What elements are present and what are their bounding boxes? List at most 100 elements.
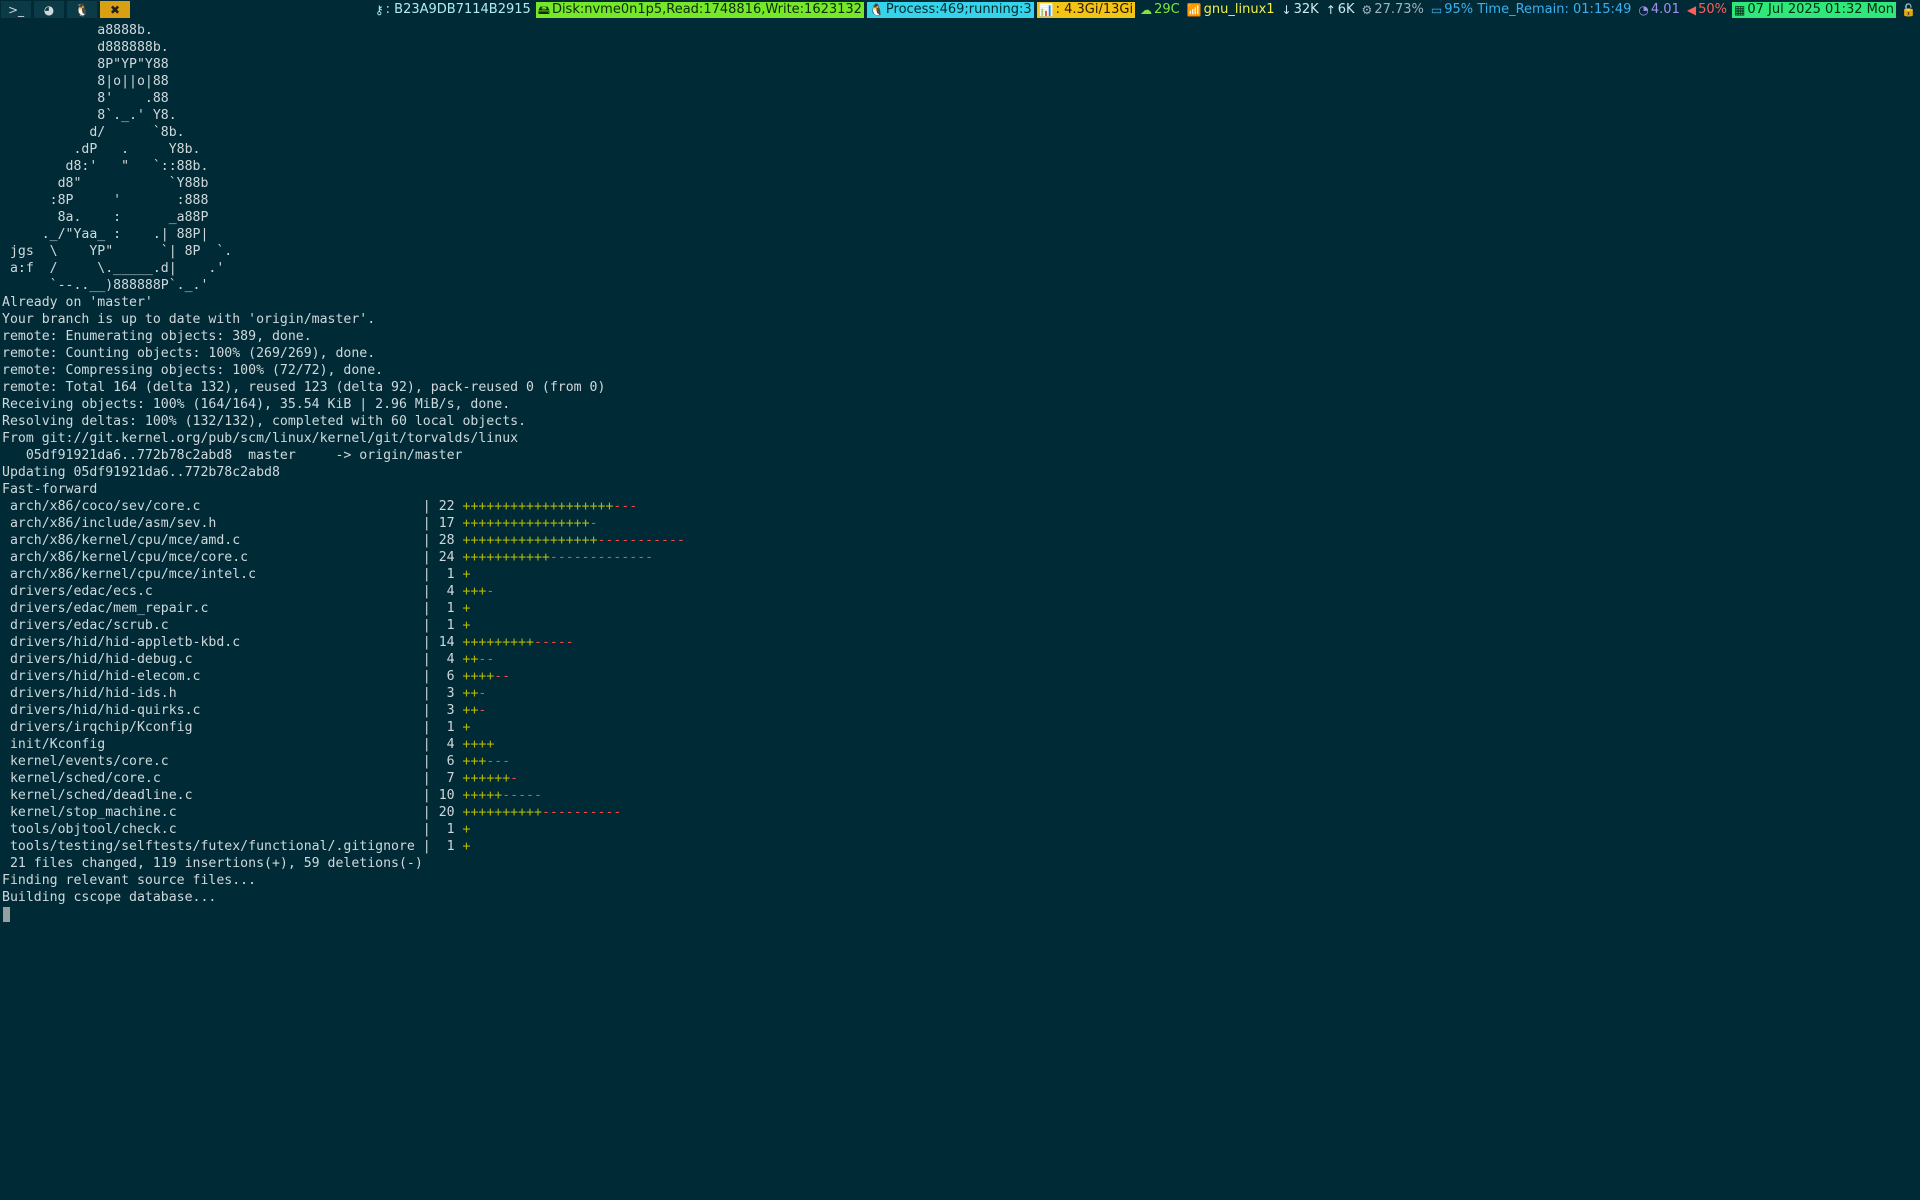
load-module[interactable]: ◔ 4.01 <box>1636 2 1681 18</box>
download-module[interactable]: ↓ 32K <box>1280 2 1321 18</box>
memory-module[interactable]: 📊: 4.3Gi/13Gi <box>1036 2 1136 18</box>
diffstat-separator: | <box>422 550 439 565</box>
diffstat-insertions: ++ <box>462 686 479 701</box>
workspace-terminal[interactable]: >_ <box>1 1 31 18</box>
process-text: Process:469;running:3 <box>885 2 1032 17</box>
wm-key-module[interactable]: ⚷: B23A9DB7114B2915 <box>373 2 533 18</box>
diffstat-row: arch/x86/kernel/cpu/mce/core.c | 24 ++++… <box>2 549 1918 566</box>
diffstat-separator: | <box>422 669 439 684</box>
diffstat-row: kernel/events/core.c | 6 +++--- <box>2 753 1918 770</box>
diffstat-row: arch/x86/include/asm/sev.h | 17 ++++++++… <box>2 515 1918 532</box>
diffstat-row: drivers/irqchip/Kconfig | 1 + <box>2 719 1918 736</box>
diffstat-separator: | <box>422 754 439 769</box>
diffstat-row: drivers/hid/hid-quirks.c | 3 ++- <box>2 702 1918 719</box>
diffstat-count: 4 <box>438 584 455 599</box>
ascii-art-line: 8' .88 <box>2 91 169 106</box>
diffstat-row: drivers/edac/scrub.c | 1 + <box>2 617 1918 634</box>
diffstat-file: drivers/irqchip/Kconfig <box>2 720 423 735</box>
diffstat-file: arch/x86/kernel/cpu/mce/intel.c <box>2 567 423 582</box>
workspace-firefox[interactable]: ◕ <box>34 1 64 18</box>
diffstat-file: drivers/hid/hid-ids.h <box>2 686 423 701</box>
diffstat-count: 22 <box>438 499 455 514</box>
diffstat-insertions: ++++++++++++++++ <box>462 516 590 531</box>
diffstat-insertions: ++ <box>462 652 479 667</box>
download-text: 32K <box>1293 2 1319 17</box>
output-line: 21 files changed, 119 insertions(+), 59 … <box>2 856 423 871</box>
ascii-art-line: :8P ' :888 <box>2 193 209 208</box>
disk-module[interactable]: 🖴 Disk:nvme0n1p5,Read:1748816,Write:16231… <box>535 2 864 18</box>
diffstat-file: tools/objtool/check.c <box>2 822 423 837</box>
diffstat-count: 1 <box>438 822 455 837</box>
diffstat-row: arch/x86/kernel/cpu/mce/intel.c | 1 + <box>2 566 1918 583</box>
ascii-art: a8888b. d888888b. 8P"YP"Y88 8|o||o|88 8'… <box>2 22 1918 294</box>
diffstat-count: 1 <box>438 720 455 735</box>
lock-module[interactable]: 🔓 <box>1899 2 1920 18</box>
diffstat-insertions: +++++++++++++++++ <box>462 533 598 548</box>
output-line: Receiving objects: 100% (164/164), 35.54… <box>2 397 511 412</box>
disk-icon: 🖴 <box>537 3 550 17</box>
diffstat-insertions: +++ <box>462 584 487 599</box>
output-line: From git://git.kernel.org/pub/scm/linux/… <box>2 431 519 446</box>
ascii-art-line: a8888b. <box>2 23 153 38</box>
ascii-art-line: 8`._.' Y8. <box>2 108 177 123</box>
diffstat-deletions: - <box>510 771 519 786</box>
diffstat-count: 4 <box>438 652 455 667</box>
wifi-module[interactable]: 📶 gnu_linux1 <box>1185 2 1277 18</box>
diffstat-insertions: + <box>462 618 471 633</box>
ascii-art-line: d8:' " `::88b. <box>2 159 209 174</box>
temperature-module[interactable]: ☁ 29C <box>1138 2 1182 18</box>
workspace-tools[interactable]: ✖ <box>100 1 130 18</box>
diffstat-count: 20 <box>438 805 455 820</box>
wifi-icon: 📶 <box>1186 3 1202 17</box>
diffstat-deletions: ----- <box>534 635 574 650</box>
diffstat-count: 24 <box>438 550 455 565</box>
diffstat-insertions: +++++ <box>462 788 503 803</box>
diffstat-row: drivers/hid/hid-appletb-kbd.c | 14 +++++… <box>2 634 1918 651</box>
diffstat-count: 3 <box>438 686 455 701</box>
cpu-module[interactable]: ⚙ 27.73% <box>1360 2 1426 18</box>
lock-icon: 🔓 <box>1901 3 1916 17</box>
battery-module[interactable]: ▭ 95% Time_Remain: 01:15:49 <box>1429 2 1634 18</box>
terminal-window[interactable]: a8888b. d888888b. 8P"YP"Y88 8|o||o|88 8'… <box>2 22 1918 1198</box>
diffstat-deletions: --- <box>613 499 638 514</box>
diffstat-count: 1 <box>438 618 455 633</box>
diffstat-count: 10 <box>438 788 455 803</box>
diffstat-deletions: ---------- <box>541 805 622 820</box>
diffstat-count: 4 <box>438 737 455 752</box>
output-line: 05df91921da6..772b78c2abd8 master -> ori… <box>2 448 463 463</box>
ascii-art-line: d888888b. <box>2 40 169 55</box>
workspace-linux[interactable]: 🐧 <box>67 1 97 18</box>
ascii-art-line: 8P"YP"Y88 <box>2 57 169 72</box>
status-bar: >_ ◕ 🐧 ✖ ⚷: B23A9DB7114B2915 🖴 Disk:nvme0… <box>0 0 1920 20</box>
diffstat-separator: | <box>422 533 439 548</box>
ascii-art-line: 8|o||o|88 <box>2 74 169 89</box>
output-line: Finding relevant source files... <box>2 873 257 888</box>
diffstat-insertions: ++ <box>462 703 479 718</box>
prompt-line[interactable] <box>2 906 1918 923</box>
diffstat-deletions: - <box>589 516 598 531</box>
volume-module[interactable]: ◀ 50% <box>1685 2 1729 18</box>
diffstat-insertions: +++ <box>462 754 487 769</box>
diffstat-insertions: +++++++++++ <box>462 550 550 565</box>
diffstat-separator: | <box>422 584 439 599</box>
process-module[interactable]: 🐧 Process:469;running:3 <box>866 2 1034 18</box>
output-line: Already on 'master' <box>2 295 153 310</box>
speaker-icon: ◀ <box>1686 3 1697 17</box>
diffstat-count: 6 <box>438 754 455 769</box>
upload-module[interactable]: ↑ 6K <box>1324 2 1357 18</box>
ascii-art-line: `--..__)888888P`._.' <box>2 278 209 293</box>
diffstat-row: arch/x86/coco/sev/core.c | 22 ++++++++++… <box>2 498 1918 515</box>
diffstat-insertions: +++++++++ <box>462 635 534 650</box>
diffstat-separator: | <box>422 618 439 633</box>
battery-text: 95% Time_Remain: 01:15:49 <box>1444 2 1632 17</box>
diffstat-insertions: ++++++++++ <box>462 805 542 820</box>
diffstat-file: arch/x86/kernel/cpu/mce/core.c <box>2 550 423 565</box>
diffstat-deletions: -- <box>478 652 495 667</box>
datetime-module[interactable]: ▦ 07 Jul 2025 01:32 Mon <box>1731 2 1897 18</box>
battery-icon: ▭ <box>1430 3 1443 17</box>
firefox-icon: ◕ <box>43 2 55 17</box>
diffstat-separator: | <box>422 601 439 616</box>
diffstat-row: kernel/stop_machine.c | 20 ++++++++++---… <box>2 804 1918 821</box>
diffstat-file: kernel/sched/deadline.c <box>2 788 423 803</box>
diffstat-count: 3 <box>438 703 455 718</box>
